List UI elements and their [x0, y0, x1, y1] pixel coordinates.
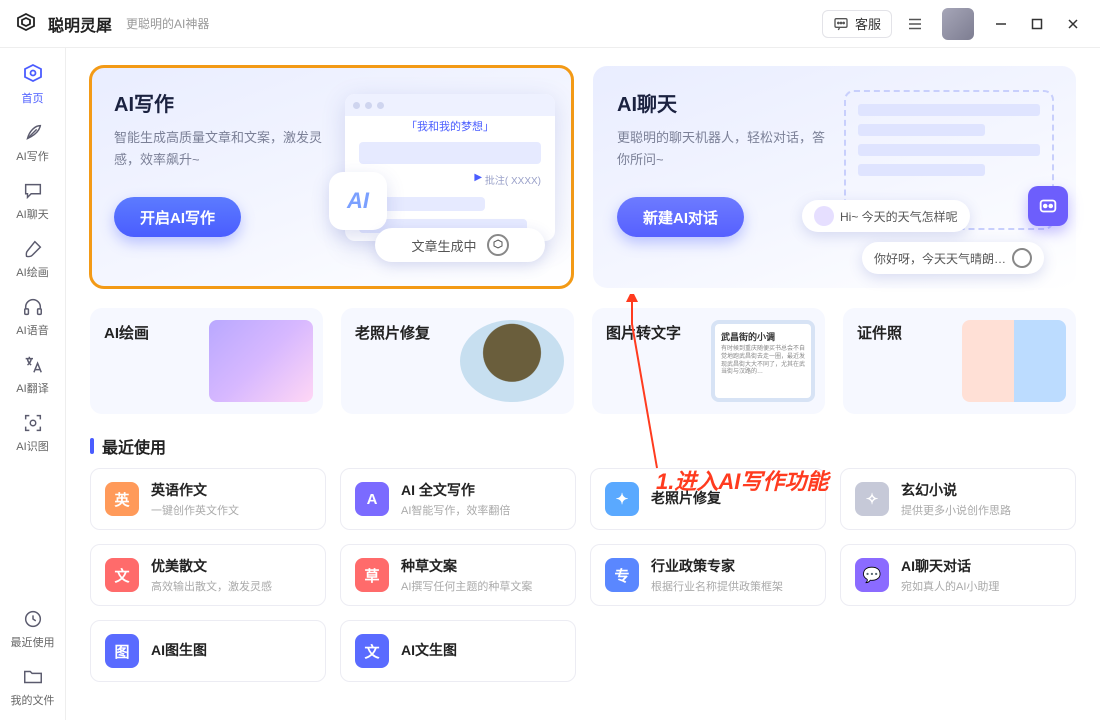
hero-card-chat[interactable]: AI聊天 更聪明的聊天机器人，轻松对话，答你所问~ 新建AI对话 Hi~ 今天的… [593, 66, 1076, 288]
recent-icon: 文 [105, 558, 139, 592]
hamburger-menu-button[interactable] [902, 11, 928, 37]
sidebar-label: AI语音 [16, 322, 48, 338]
chat-bubble-reply: 你好呀，今天天气晴朗… [862, 242, 1044, 274]
tile-ai-paint[interactable]: AI绘画 [90, 308, 323, 414]
recent-icon: 文 [355, 634, 389, 668]
home-hex-icon [20, 62, 46, 88]
hero-card-write[interactable]: AI写作 智能生成高质量文章和文案，激发灵感，效率飙升~ 开启AI写作 「我和我… [90, 66, 573, 288]
headphone-icon [20, 294, 46, 320]
sidebar-label: AI翻译 [16, 380, 48, 396]
clock-icon [20, 606, 46, 632]
write-preview: 「我和我的梦想」 ▶ 批注( XXXX) AI 文章生成中 [335, 94, 555, 262]
hexagon-logo-icon [1012, 248, 1032, 268]
recent-item[interactable]: 文优美散文高效输出散文，激发灵感 [90, 544, 326, 606]
recent-item[interactable]: ✧玄幻小说提供更多小说创作思路 [840, 468, 1076, 530]
folder-icon [20, 664, 46, 690]
translate-icon [20, 352, 46, 378]
tile-image: 武昌街的小调 有时候到重庆随便买书总会不自觉地跑武昌街去走一圈，最近发现武昌街大… [711, 320, 815, 402]
recent-item[interactable]: 英英语作文一键创作英文作文 [90, 468, 326, 530]
app-logo-icon [14, 12, 38, 36]
tile-id-photo[interactable]: 证件照 [843, 308, 1076, 414]
sidebar-item-home[interactable]: 首页 [4, 56, 62, 110]
window-maximize-button[interactable] [1024, 11, 1050, 37]
recent-icon: 英 [105, 482, 139, 516]
write-status-text: 文章生成中 [411, 236, 476, 255]
brush-icon [20, 236, 46, 262]
recent-icon: 专 [605, 558, 639, 592]
chat-bubble-icon [833, 16, 849, 32]
recent-icon: A [355, 482, 389, 516]
sidebar-item-recent[interactable]: 最近使用 [4, 600, 62, 654]
sidebar-item-voice[interactable]: AI语音 [4, 288, 62, 342]
hexagon-logo-icon [487, 234, 509, 256]
write-preview-note: 批注( XXXX) [485, 172, 541, 187]
write-preview-caption: 「我和我的梦想」 [345, 118, 555, 134]
window-minimize-button[interactable] [988, 11, 1014, 37]
chat-preview: Hi~ 今天的天气怎样呢 你好呀，今天天气晴朗… [822, 90, 1062, 270]
avatar-mini-icon [814, 206, 834, 226]
ai-badge-icon: AI [329, 172, 387, 230]
sidebar-label: AI绘画 [16, 264, 48, 280]
chat-bubble-user: Hi~ 今天的天气怎样呢 [802, 200, 970, 232]
titlebar: 聪明灵犀 更聪明的AI神器 客服 [0, 0, 1100, 48]
tile-image [460, 320, 564, 402]
recent-icon: 草 [355, 558, 389, 592]
customer-service-label: 客服 [855, 14, 881, 33]
scan-icon [20, 410, 46, 436]
recent-icon: ✦ [605, 482, 639, 516]
sidebar-item-vision[interactable]: AI识图 [4, 404, 62, 458]
tile-image [209, 320, 313, 402]
recent-item[interactable]: 文AI文生图 [340, 620, 576, 682]
new-ai-chat-button[interactable]: 新建AI对话 [617, 197, 744, 237]
minimize-icon [994, 17, 1008, 31]
tile-ocr[interactable]: 图片转文字 武昌街的小调 有时候到重庆随便买书总会不自觉地跑武昌街去走一圈，最近… [592, 308, 825, 414]
sidebar-label: 我的文件 [11, 692, 55, 708]
window-close-button[interactable] [1060, 11, 1086, 37]
close-icon [1066, 17, 1080, 31]
recent-item[interactable]: ✦老照片修复 [590, 468, 826, 530]
sidebar-item-write[interactable]: AI写作 [4, 114, 62, 168]
maximize-icon [1030, 17, 1044, 31]
hero-chat-desc: 更聪明的聊天机器人，轻松对话，答你所问~ [617, 127, 827, 171]
sidebar-label: 首页 [22, 90, 44, 106]
app-subtitle: 更聪明的AI神器 [126, 15, 209, 32]
customer-service-button[interactable]: 客服 [822, 10, 892, 38]
sidebar-label: AI写作 [16, 148, 48, 164]
write-status-pill: 文章生成中 [375, 228, 545, 262]
chat-icon [20, 178, 46, 204]
sidebar-label: AI识图 [16, 438, 48, 454]
hamburger-icon [906, 15, 924, 33]
recent-item[interactable]: AAI 全文写作AI智能写作，效率翻倍 [340, 468, 576, 530]
recent-item[interactable]: 图AI图生图 [90, 620, 326, 682]
tile-image [962, 320, 1066, 402]
sidebar-label: 最近使用 [11, 634, 55, 650]
recent-grid: 英英语作文一键创作英文作文 AAI 全文写作AI智能写作，效率翻倍 ✦老照片修复… [90, 468, 1076, 682]
ocr-doc-title: 武昌街的小调 [721, 330, 805, 343]
feather-icon [20, 120, 46, 146]
sidebar: 首页 AI写作 AI聊天 AI绘画 AI语音 AI翻译 AI识图 最 [0, 48, 66, 720]
recent-icon: 图 [105, 634, 139, 668]
bot-face-icon [1028, 186, 1068, 226]
recent-icon: 💬 [855, 558, 889, 592]
sidebar-label: AI聊天 [16, 206, 48, 222]
section-header-recent: 最近使用 [90, 434, 1076, 458]
user-avatar[interactable] [942, 8, 974, 40]
hero-write-desc: 智能生成高质量文章和文案，激发灵感，效率飙升~ [114, 127, 324, 171]
start-ai-write-button[interactable]: 开启AI写作 [114, 197, 241, 237]
recent-icon: ✧ [855, 482, 889, 516]
sidebar-item-translate[interactable]: AI翻译 [4, 346, 62, 400]
main-area: AI写作 智能生成高质量文章和文案，激发灵感，效率飙升~ 开启AI写作 「我和我… [66, 48, 1100, 720]
recent-item[interactable]: 草种草文案AI撰写任何主题的种草文案 [340, 544, 576, 606]
accent-bar-icon [90, 438, 94, 454]
recent-item[interactable]: 💬AI聊天对话宛如真人的AI小助理 [840, 544, 1076, 606]
tile-photo-restore[interactable]: 老照片修复 [341, 308, 574, 414]
sidebar-item-chat[interactable]: AI聊天 [4, 172, 62, 226]
ocr-doc-body: 有时候到重庆随便买书总会不自觉地跑武昌街去走一圈，最近发现武昌街大大不同了，尤其… [721, 346, 805, 377]
sidebar-item-paint[interactable]: AI绘画 [4, 230, 62, 284]
section-header-label: 最近使用 [102, 434, 166, 458]
recent-item[interactable]: 专行业政策专家根据行业名称提供政策框架 [590, 544, 826, 606]
app-name: 聪明灵犀 [48, 12, 112, 36]
sidebar-item-files[interactable]: 我的文件 [4, 658, 62, 712]
